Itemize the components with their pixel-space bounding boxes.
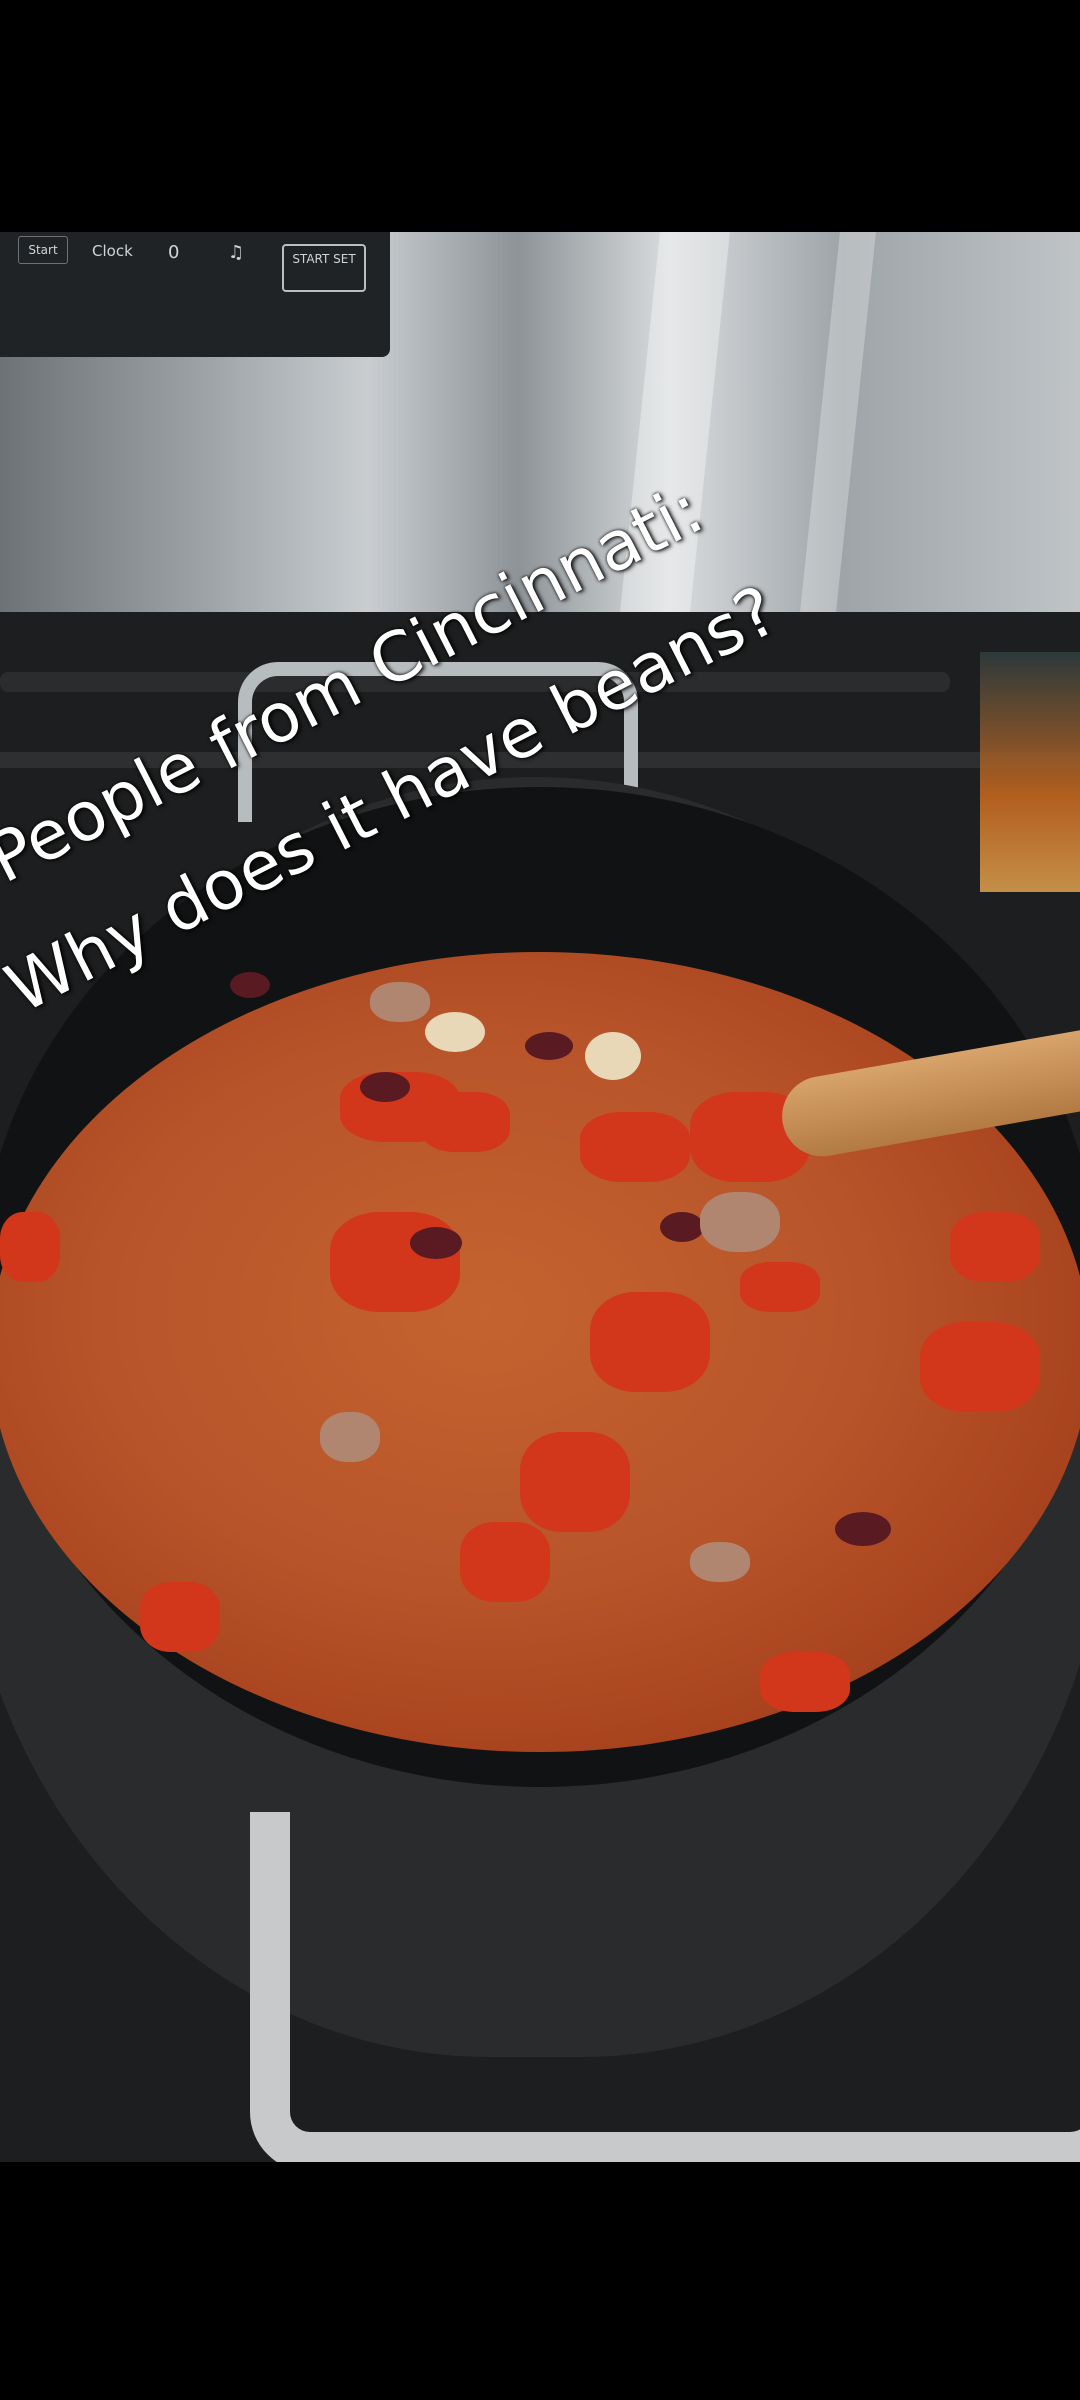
tomato-chunk <box>950 1212 1040 1282</box>
background-items <box>980 652 1080 892</box>
ground-beef <box>370 982 430 1022</box>
tomato-chunk <box>460 1522 550 1602</box>
stove-clock-label: Clock <box>92 242 133 260</box>
kidney-bean <box>360 1072 410 1102</box>
ground-beef <box>700 1192 780 1252</box>
tomato-chunk <box>420 1092 510 1152</box>
ground-beef <box>690 1542 750 1582</box>
kidney-bean <box>230 972 270 998</box>
tomato-chunk <box>0 1212 60 1282</box>
kidney-bean <box>835 1512 891 1546</box>
tomato-chunk <box>590 1292 710 1392</box>
tomato-chunk <box>140 1582 220 1652</box>
tomato-chunk <box>920 1322 1040 1412</box>
kidney-bean <box>660 1212 704 1242</box>
pot-handle-bottom <box>250 1812 1080 2162</box>
video-frame[interactable]: Start Clock 0 ♫ START SET <box>0 232 1080 2162</box>
stove-zero-label: 0 <box>168 242 180 263</box>
tomato-chunk <box>760 1652 850 1712</box>
tomato-chunk <box>520 1432 630 1532</box>
stove-start-set-button: START SET <box>282 244 366 292</box>
kidney-bean <box>410 1227 462 1259</box>
tomato-chunk <box>580 1112 690 1182</box>
chickpea <box>585 1032 641 1080</box>
chickpea <box>425 1012 485 1052</box>
stove-control-strip: Start Clock 0 ♫ START SET <box>0 232 390 357</box>
kidney-bean <box>525 1032 573 1060</box>
tomato-chunk <box>740 1262 820 1312</box>
stove-back-panel: Start Clock 0 ♫ START SET <box>0 232 1080 612</box>
ground-beef <box>320 1412 380 1462</box>
stove-start-button: Start <box>18 236 68 264</box>
stove-bell-icon: ♫ <box>228 242 245 263</box>
